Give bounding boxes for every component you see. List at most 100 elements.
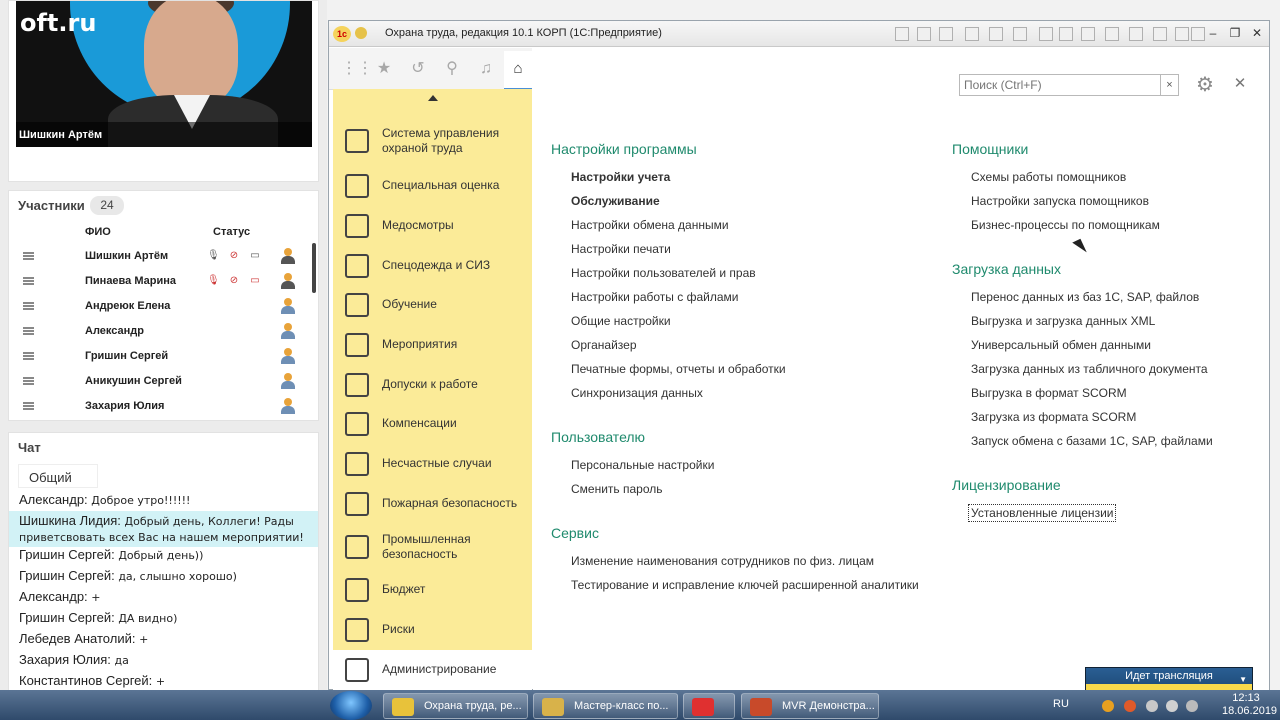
settings-link[interactable]: Обслуживание (571, 194, 660, 208)
drag-handle-icon[interactable] (23, 402, 34, 410)
clear-search-icon[interactable]: × (1160, 75, 1178, 95)
settings-link[interactable]: Изменение наименования сотрудников по фи… (571, 554, 874, 568)
settings-link[interactable]: Настройки печати (571, 242, 671, 256)
section-ohs[interactable]: Система управления охраной труда (333, 121, 532, 161)
settings-gear-icon[interactable]: ⚙ (1193, 74, 1217, 96)
settings-link[interactable]: Печатные формы, отчеты и обработки (571, 362, 786, 376)
participant-row[interactable]: Аникушин Сергей (9, 369, 309, 394)
favorites-star-icon[interactable]: ★ (375, 60, 393, 78)
chat-tab-general[interactable]: Общий (18, 464, 98, 488)
drag-handle-icon[interactable] (23, 327, 34, 335)
settings-link[interactable]: Выгрузка в формат SCORM (971, 386, 1127, 400)
broadcast-indicator[interactable]: Идет трансляция ▼ (1085, 667, 1253, 690)
section-accidents[interactable]: Несчастные случаи (333, 444, 532, 484)
section-sout[interactable]: Специальная оценка (333, 166, 532, 206)
taskbar-item[interactable]: MVR Демонстра... (741, 693, 879, 719)
start-button[interactable] (330, 691, 372, 720)
section-clothing[interactable]: Спецодежда и СИЗ (333, 246, 532, 286)
screen-icon[interactable]: ▭ (249, 250, 261, 262)
screen-icon[interactable]: ▭ (249, 275, 261, 287)
drag-handle-icon[interactable] (23, 377, 34, 385)
taskbar-item[interactable]: Мастер-класс по... (533, 693, 678, 719)
language-indicator[interactable]: RU (1053, 698, 1069, 710)
network-icon[interactable] (1146, 700, 1158, 712)
drag-handle-icon[interactable] (23, 352, 34, 360)
drag-handle-icon[interactable] (23, 252, 34, 260)
tray-app-icon-2[interactable] (1124, 700, 1136, 712)
settings-link[interactable]: Загрузка из формата SCORM (971, 410, 1136, 424)
settings-link[interactable]: Органайзер (571, 338, 637, 352)
memory-m-icon[interactable] (1059, 27, 1073, 41)
settings-link[interactable]: Настройки запуска помощников (971, 194, 1149, 208)
settings-link[interactable]: Перенос данных из баз 1С, SAP, файлов (971, 290, 1199, 304)
bell-icon[interactable]: ♫ (477, 60, 495, 78)
settings-link[interactable]: Персональные настройки (571, 458, 714, 472)
grid-menu-icon[interactable]: ⋮⋮ (341, 60, 373, 78)
speaker-muted-icon[interactable]: ⊘ (228, 275, 240, 287)
info-icon[interactable] (1175, 27, 1189, 41)
close-window-icon[interactable]: ✕ (1249, 25, 1265, 41)
section-med[interactable]: Медосмотры (333, 206, 532, 246)
save-icon[interactable] (895, 27, 909, 41)
section-admin[interactable]: Администрирование (333, 650, 532, 690)
settings-link[interactable]: Универсальный обмен данными (971, 338, 1151, 352)
settings-link[interactable]: Настройки работы с файлами (571, 290, 738, 304)
participants-scrollbar[interactable] (312, 243, 316, 293)
settings-link[interactable]: Синхронизация данных (571, 386, 703, 400)
history-icon[interactable]: ↺ (409, 60, 427, 78)
section-industrial[interactable]: Промышленная безопасность (333, 527, 532, 567)
section-permits[interactable]: Допуски к работе (333, 365, 532, 405)
app-menu-icon[interactable] (355, 27, 367, 39)
section-budget[interactable]: Бюджет (333, 570, 532, 610)
section-risks[interactable]: Риски (333, 610, 532, 650)
flag-icon[interactable] (1166, 700, 1178, 712)
clock[interactable]: 12:13 18.06.2019 (1222, 692, 1277, 718)
tray-app-icon[interactable] (1102, 700, 1114, 712)
scroll-up-icon[interactable] (428, 95, 438, 101)
memory-minus-icon[interactable] (1105, 27, 1119, 41)
calc-icon[interactable] (989, 27, 1003, 41)
taskbar-item[interactable]: Охрана труда, ре... (383, 693, 528, 719)
taskbar-item[interactable] (683, 693, 735, 719)
settings-link[interactable]: Настройки обмена данными (571, 218, 729, 232)
drag-handle-icon[interactable] (23, 277, 34, 285)
settings-link[interactable]: Тестирование и исправление ключей расшир… (571, 578, 919, 592)
participant-row[interactable]: Андреюк Елена (9, 294, 309, 319)
speaker-muted-icon[interactable]: ⊘ (228, 250, 240, 262)
participant-row[interactable]: Захария Юлия (9, 394, 309, 419)
minimize-icon[interactable]: – (1205, 25, 1221, 41)
participant-row[interactable]: Пинаева Марина 🎙 ⊘ ▭ (9, 269, 309, 294)
print-icon[interactable] (917, 27, 931, 41)
settings-link[interactable]: Сменить пароль (571, 482, 663, 496)
search-input[interactable] (960, 75, 1160, 95)
settings-link[interactable]: Настройки пользователей и прав (571, 266, 756, 280)
preview-icon[interactable] (939, 27, 953, 41)
zoom-out-icon[interactable] (1153, 27, 1167, 41)
volume-icon[interactable] (1186, 700, 1198, 712)
drag-handle-icon[interactable] (23, 302, 34, 310)
memory-plus-icon[interactable] (1081, 27, 1095, 41)
settings-link[interactable]: Запуск обмена с базами 1С, SAP, файлами (971, 434, 1213, 448)
settings-link[interactable]: Настройки учета (571, 170, 670, 184)
close-icon[interactable]: ✕ (1233, 76, 1247, 92)
participant-row[interactable]: Александр (9, 319, 309, 344)
settings-link[interactable]: Общие настройки (571, 314, 671, 328)
participant-row[interactable]: Шишкин Артём 🎙 ⊘ ▭ (9, 244, 309, 269)
microphone-icon[interactable]: 🎙 (207, 250, 220, 262)
home-icon[interactable]: ⌂ (504, 51, 532, 90)
participant-row[interactable]: Гришин Сергей (9, 344, 309, 369)
search-icon[interactable]: ⚲ (443, 60, 461, 78)
presenter-video[interactable]: oft.ru (16, 1, 312, 147)
settings-link[interactable]: Схемы работы помощников (971, 170, 1126, 184)
section-comp[interactable]: Компенсации (333, 404, 532, 444)
copy-icon[interactable] (965, 27, 979, 41)
settings-link[interactable]: Загрузка данных из табличного документа (971, 362, 1208, 376)
table-icon[interactable] (1013, 27, 1027, 41)
maximize-icon[interactable]: ❐ (1227, 25, 1243, 41)
microphone-icon[interactable]: 🎙 (207, 275, 220, 287)
section-fire[interactable]: Пожарная безопасность (333, 484, 532, 524)
settings-link[interactable]: Бизнес-процессы по помощникам (971, 218, 1160, 232)
1c-logo-icon[interactable]: 1с (333, 26, 351, 42)
zoom-in-icon[interactable] (1129, 27, 1143, 41)
calendar-icon[interactable] (1039, 27, 1053, 41)
